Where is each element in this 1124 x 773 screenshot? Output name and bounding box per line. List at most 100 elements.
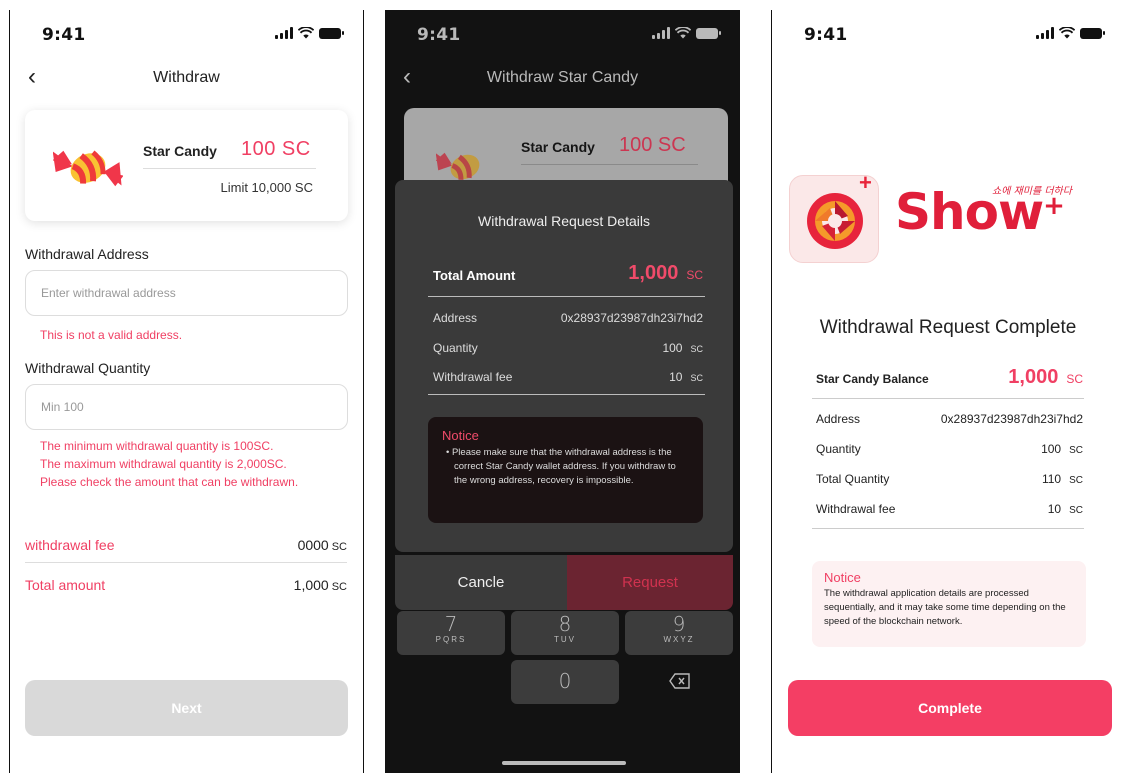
total-unit: SC [331, 581, 347, 593]
request-details-modal: Withdrawal Request Details Total Amount … [395, 180, 733, 552]
quantity-label: Quantity [816, 442, 861, 456]
address-label: Address [433, 311, 478, 325]
balance-card: Star Candy 100 SC Limit 10,000 SC [25, 110, 348, 221]
quantity-input[interactable]: Min 100 [25, 384, 348, 430]
backspace-icon[interactable] [669, 673, 691, 689]
nav-bar: ‹ Withdraw [10, 65, 363, 95]
signal-icon [1036, 27, 1054, 39]
quantity-unit: SC [690, 344, 703, 354]
status-bar: 9:41 [385, 10, 740, 56]
battery-icon [696, 27, 721, 39]
page-title: Withdrawal Request Complete [819, 317, 1077, 338]
fee-value: 10 [669, 370, 683, 384]
divider [812, 398, 1084, 399]
notice-box: Notice The withdrawal application detail… [812, 561, 1086, 647]
battery-icon [1080, 27, 1105, 39]
quantity-row: Quantity 100 SC [433, 341, 703, 355]
address-label: Address [816, 412, 861, 426]
cancel-button[interactable]: Cancle [395, 555, 567, 610]
address-label: Withdrawal Address [25, 246, 149, 262]
total-quantity-label: Total Quantity [816, 472, 890, 486]
address-row: Address 0x28937d23987dh23i7hd2 [433, 311, 703, 325]
withdraw-screen: 9:41 ‹ Withdraw Star Candy 100 SC Limit … [9, 10, 364, 773]
fee-label: withdrawal fee [25, 537, 115, 553]
total-value: 1,000 [293, 577, 329, 593]
total-quantity-unit: SC [1069, 475, 1083, 486]
modal-title: Withdrawal Request Details [478, 213, 650, 229]
notice-box: Notice • Please make sure that the withd… [428, 417, 703, 523]
address-value: 0x28937d23987dh23i7hd2 [940, 412, 1083, 426]
wifi-icon [675, 27, 691, 39]
total-row: Total amount 1,000 SC [25, 577, 347, 593]
quantity-error-check: Please check the amount that can be with… [40, 475, 299, 489]
address-error: This is not a valid address. [40, 328, 183, 342]
total-label: Total amount [25, 577, 106, 593]
candy-name: Star Candy [521, 139, 595, 155]
nav-bar: ‹ Withdraw Star Candy [385, 65, 740, 95]
candy-amount: 100 SC [619, 134, 686, 156]
battery-icon [319, 27, 344, 39]
home-indicator [502, 761, 626, 765]
quantity-error-min: The minimum withdrawal quantity is 100SC… [40, 439, 274, 453]
fee-value: 0000 [297, 537, 329, 553]
fee-unit: SC [331, 541, 347, 553]
notice-title: Notice [442, 428, 479, 443]
total-amount-row: Total Amount 1,000 SC [433, 262, 703, 284]
address-value: 0x28937d23987dh23i7hd2 [560, 311, 703, 325]
quantity-value: 100 [662, 341, 683, 355]
balance-unit: SC [1066, 372, 1083, 386]
key-9[interactable]: 9 WXYZ [625, 611, 733, 655]
withdraw-complete-screen: 9:41 + Show+ 쇼에 재미를 더하다 Withdrawal Reque… [771, 10, 1124, 773]
address-input[interactable]: Enter withdrawal address [25, 270, 348, 316]
brand-tagline: 쇼에 재미를 더하다 [992, 186, 1072, 197]
divider [428, 296, 705, 297]
quantity-error-max: The maximum withdrawal quantity is 2,000… [40, 457, 287, 471]
page-title: Withdraw [153, 69, 220, 86]
signal-icon [275, 27, 293, 39]
notice-body: Please make sure that the withdrawal add… [451, 447, 676, 486]
divider [521, 164, 698, 165]
total-quantity-row: Total Quantity 110 SC [816, 472, 1083, 486]
quantity-row: Quantity 100 SC [816, 442, 1083, 456]
next-button[interactable]: Next [25, 680, 348, 736]
balance-value: 1,000 [1008, 366, 1059, 388]
fee-label: Withdrawal fee [816, 502, 896, 516]
divider [143, 168, 316, 169]
wifi-icon [298, 27, 314, 39]
page-title: Withdraw Star Candy [486, 69, 639, 86]
key-8[interactable]: 8 TUV [511, 611, 619, 655]
fee-unit: SC [690, 373, 703, 383]
logo-plus: + [859, 170, 872, 195]
total-amount-unit: SC [686, 268, 703, 282]
candy-amount: 100 SC [241, 138, 311, 160]
star-candy-icon [53, 150, 123, 187]
key-7[interactable]: 7 PQRS [397, 611, 505, 655]
wifi-icon [1059, 27, 1075, 39]
fee-row: withdrawal fee 0000 SC [25, 537, 347, 553]
address-row: Address 0x28937d23987dh23i7hd2 [816, 412, 1083, 426]
status-time: 9:41 [42, 25, 86, 45]
complete-button[interactable]: Complete [788, 680, 1112, 736]
status-bar: 9:41 [10, 10, 363, 56]
balance-row: Star Candy Balance 1,000 SC [816, 366, 1083, 388]
status-time: 9:41 [804, 25, 848, 45]
quantity-unit: SC [1069, 445, 1083, 456]
key-0[interactable]: 0 [511, 660, 619, 704]
fee-value: 10 [1047, 502, 1062, 516]
divider [428, 394, 705, 395]
status-time: 9:41 [417, 25, 461, 45]
withdraw-limit: Limit 10,000 SC [220, 180, 314, 195]
quantity-label: Quantity [433, 341, 478, 355]
fee-label: Withdrawal fee [433, 370, 513, 384]
notice-title: Notice [824, 570, 861, 585]
quantity-value: 100 [1041, 442, 1062, 456]
total-amount-value: 1,000 [628, 262, 679, 284]
quantity-label: Withdrawal Quantity [25, 360, 151, 376]
fee-row: Withdrawal fee 10 SC [816, 502, 1083, 516]
divider [25, 562, 347, 563]
request-button[interactable]: Request [567, 555, 733, 610]
total-amount-label: Total Amount [433, 268, 516, 283]
fee-row: Withdrawal fee 10 SC [433, 370, 703, 384]
modal-actions: Cancle Request [395, 555, 733, 610]
total-quantity-value: 110 [1041, 472, 1062, 486]
